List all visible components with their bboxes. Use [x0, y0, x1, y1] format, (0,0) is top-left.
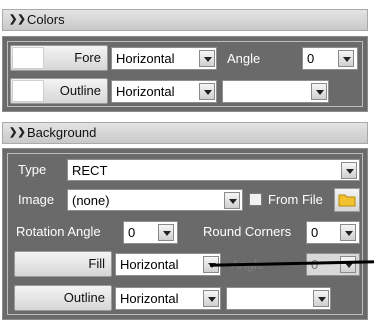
from-file-checkbox[interactable] [249, 193, 262, 206]
background-outline-direction-value: Horizontal [120, 291, 179, 306]
collapse-chevron-icon[interactable]: ❯❯ [9, 10, 26, 30]
dropdown-arrow-icon[interactable] [338, 50, 354, 67]
round-corners-value: 0 [311, 225, 319, 240]
background-outline-direction-select[interactable]: Horizontal [115, 287, 221, 310]
fill-direction-select[interactable]: Horizontal [115, 253, 221, 276]
dropdown-arrow-icon[interactable] [313, 290, 329, 307]
rotation-angle-label: Rotation Angle [16, 224, 101, 239]
collapse-chevron-icon[interactable]: ❯❯ [9, 123, 26, 143]
type-value: RECT [72, 163, 108, 178]
background-section-title: Background [27, 125, 97, 140]
image-select[interactable]: (none) [67, 189, 243, 211]
dropdown-arrow-icon[interactable] [340, 256, 356, 273]
angle-value: 0 [307, 51, 315, 66]
outline-direction-value: Horizontal [116, 84, 175, 99]
image-label: Image [18, 192, 55, 207]
folder-icon [338, 194, 356, 207]
outline-color-swatch[interactable] [12, 80, 44, 102]
outline-direction-select[interactable]: Horizontal [111, 80, 217, 103]
background-outline-button[interactable]: Outline [14, 285, 112, 311]
fore-button-label: Fore [74, 50, 101, 65]
fore-direction-select[interactable]: Horizontal [111, 47, 217, 70]
dropdown-arrow-icon[interactable] [158, 224, 174, 241]
fill-button-label: Fill [88, 256, 105, 271]
fill-color-button[interactable]: Fill [14, 251, 112, 277]
colors-section-header[interactable]: ❯❯ Colors [2, 9, 368, 31]
fill-direction-value: Horizontal [120, 257, 179, 272]
dropdown-arrow-icon[interactable] [199, 50, 215, 67]
dropdown-arrow-icon[interactable] [311, 83, 327, 100]
fore-direction-value: Horizontal [116, 51, 175, 66]
outline-extra-select[interactable] [222, 80, 329, 103]
rotation-angle-value: 0 [128, 225, 136, 240]
background-outline-extra-select[interactable] [226, 287, 331, 310]
fill-angle-value: 0 [311, 254, 318, 276]
round-corners-label: Round Corners [203, 224, 292, 239]
dropdown-arrow-icon[interactable] [340, 224, 356, 241]
browse-folder-button[interactable] [334, 188, 360, 212]
dropdown-arrow-icon[interactable] [341, 162, 357, 179]
outline-button-label: Outline [59, 83, 101, 98]
angle-select[interactable]: 0 [302, 47, 358, 70]
dropdown-arrow-icon[interactable] [224, 192, 240, 209]
round-corners-select[interactable]: 0 [306, 221, 360, 244]
dropdown-arrow-icon[interactable] [203, 290, 219, 307]
from-file-label: From File [268, 192, 323, 207]
type-select[interactable]: RECT [67, 159, 360, 181]
fore-color-swatch[interactable] [12, 47, 44, 69]
background-section-header[interactable]: ❯❯ Background [2, 122, 368, 144]
angle-label: Angle [227, 51, 261, 66]
rotation-angle-select[interactable]: 0 [123, 221, 178, 244]
image-value: (none) [72, 193, 110, 208]
type-label: Type [18, 162, 47, 177]
dropdown-arrow-icon[interactable] [199, 83, 215, 100]
colors-section-title: Colors [27, 12, 65, 27]
background-outline-label: Outline [63, 290, 105, 305]
